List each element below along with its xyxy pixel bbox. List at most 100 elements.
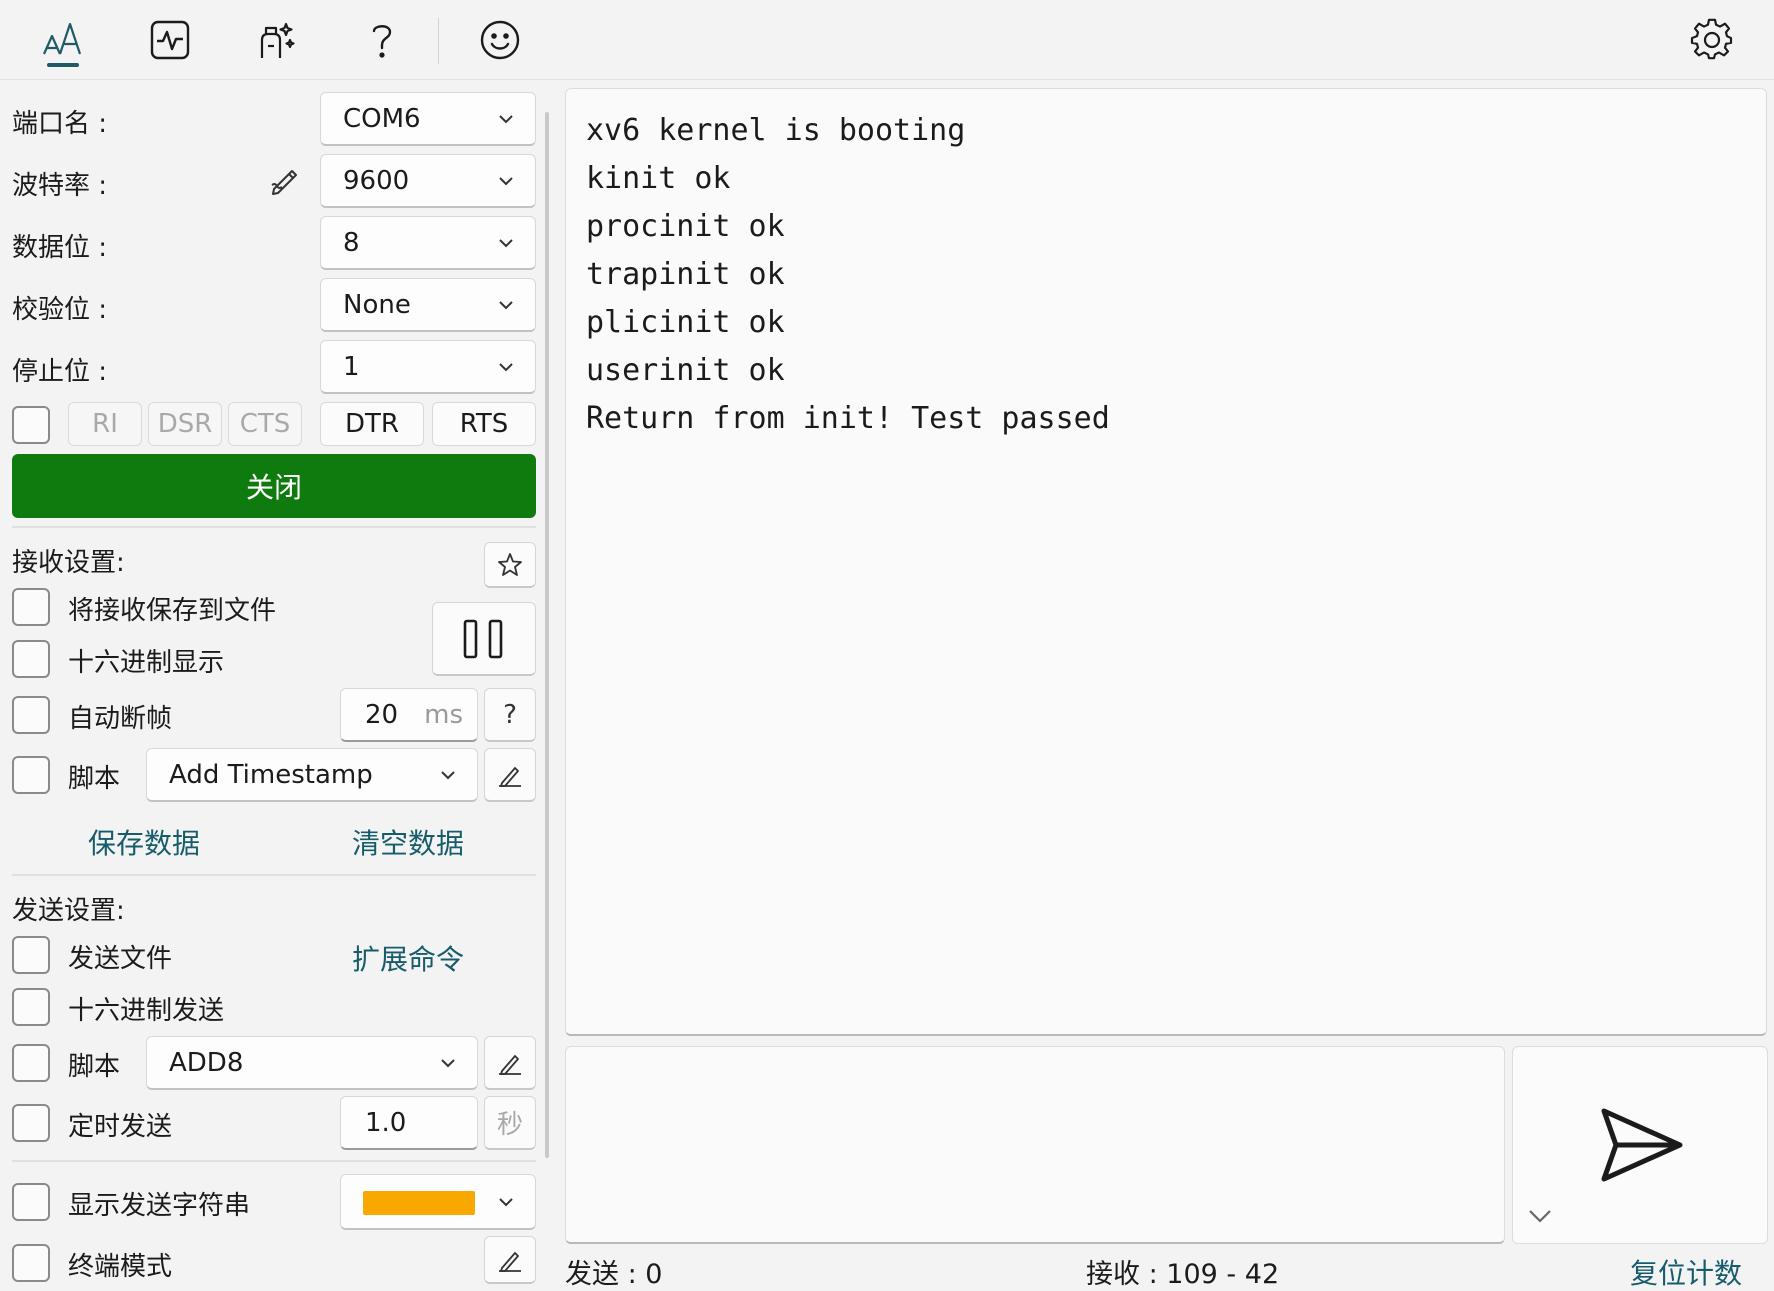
databits-label: 数据位 : bbox=[12, 233, 108, 263]
receive-script-checkbox[interactable] bbox=[12, 756, 50, 794]
port-select[interactable]: COM6 bbox=[320, 92, 536, 146]
help-icon bbox=[372, 25, 392, 58]
received-value: 109 bbox=[1166, 1259, 1218, 1290]
hex-display-checkbox[interactable] bbox=[12, 640, 50, 678]
dsr-indicator: DSR bbox=[148, 402, 222, 446]
star-icon bbox=[498, 552, 522, 576]
font-size-button[interactable] bbox=[30, 10, 94, 70]
toolbar-divider bbox=[438, 18, 439, 64]
timed-send-value: 1.0 bbox=[365, 1107, 407, 1138]
active-tab-indicator bbox=[47, 63, 79, 67]
baud-value: 9600 bbox=[343, 165, 410, 196]
receive-terminal[interactable]: xv6 kernel is booting kinit ok procinit … bbox=[565, 88, 1767, 1036]
received-separator: - bbox=[1226, 1259, 1237, 1290]
magic-brush-icon bbox=[260, 22, 295, 58]
terminal-line: trapinit ok bbox=[586, 257, 785, 292]
received-value-2: 42 bbox=[1244, 1259, 1280, 1290]
databits-select[interactable]: 8 bbox=[320, 216, 536, 270]
terminal-mode-label: 终端模式 bbox=[68, 1252, 173, 1282]
send-text-input[interactable] bbox=[565, 1046, 1505, 1244]
pen-edit-icon bbox=[271, 170, 297, 195]
settings-icon bbox=[1690, 18, 1733, 60]
baud-select[interactable]: 9600 bbox=[320, 154, 536, 208]
divider bbox=[12, 526, 536, 528]
send-script-checkbox[interactable] bbox=[12, 1044, 50, 1082]
terminal-mode-checkbox[interactable] bbox=[12, 1244, 50, 1282]
send-file-checkbox[interactable] bbox=[12, 936, 50, 974]
chevron-down-icon bbox=[441, 1058, 455, 1067]
receive-script-value: Add Timestamp bbox=[169, 759, 373, 790]
terminal-mode-edit-button[interactable] bbox=[484, 1236, 536, 1284]
send-script-select[interactable]: ADD8 bbox=[146, 1036, 478, 1090]
smiley-button[interactable] bbox=[468, 10, 532, 70]
send-color-select[interactable] bbox=[340, 1174, 536, 1230]
chevron-down-icon bbox=[499, 362, 513, 371]
sent-value: 0 bbox=[645, 1259, 663, 1290]
top-toolbar bbox=[0, 0, 1774, 80]
chevron-down-icon bbox=[499, 176, 513, 185]
dtr-toggle[interactable]: DTR bbox=[320, 402, 424, 446]
extended-commands-link[interactable]: 扩展命令 bbox=[352, 938, 464, 978]
timed-send-input[interactable]: 1.0 bbox=[340, 1096, 478, 1150]
save-to-file-label: 将接收保存到文件 bbox=[68, 596, 277, 626]
send-script-label: 脚本 bbox=[68, 1052, 121, 1082]
activity-monitor-button[interactable] bbox=[138, 10, 202, 70]
pen-edit-icon bbox=[499, 1054, 521, 1075]
terminal-line: procinit ok bbox=[586, 209, 785, 244]
timed-send-checkbox[interactable] bbox=[12, 1104, 50, 1142]
auto-frame-label: 自动断帧 bbox=[68, 704, 173, 734]
divider bbox=[12, 1160, 536, 1162]
chevron-down-icon bbox=[499, 238, 513, 247]
show-send-string-label: 显示发送字符串 bbox=[68, 1191, 251, 1221]
close-port-button[interactable]: 关闭 bbox=[12, 454, 536, 518]
cts-indicator: CTS bbox=[228, 402, 302, 446]
auto-frame-checkbox[interactable] bbox=[12, 696, 50, 734]
pause-button[interactable] bbox=[432, 602, 536, 676]
pause-icon bbox=[463, 619, 503, 658]
auto-frame-help-button[interactable]: ? bbox=[484, 688, 536, 742]
rts-toggle[interactable]: RTS bbox=[432, 402, 536, 446]
parity-select[interactable]: None bbox=[320, 278, 536, 332]
terminal-line: userinit ok bbox=[586, 353, 785, 388]
settings-button[interactable] bbox=[1680, 10, 1744, 70]
smiley-icon bbox=[480, 20, 520, 60]
send-button[interactable] bbox=[1512, 1046, 1768, 1244]
stopbits-value: 1 bbox=[343, 351, 360, 382]
timed-send-unit: 秒 bbox=[484, 1096, 536, 1150]
divider bbox=[12, 874, 536, 876]
timed-send-label: 定时发送 bbox=[68, 1112, 173, 1142]
baud-edit-button[interactable] bbox=[268, 161, 304, 197]
show-send-string-checkbox[interactable] bbox=[12, 1183, 50, 1221]
send-file-label: 发送文件 bbox=[68, 944, 173, 974]
port-label: 端口名 : bbox=[12, 109, 108, 139]
parity-label: 校验位 : bbox=[12, 295, 108, 325]
favorite-button[interactable] bbox=[484, 542, 536, 588]
auto-frame-input[interactable]: 20 ms bbox=[340, 688, 478, 742]
parity-value: None bbox=[343, 289, 411, 320]
receive-script-edit-button[interactable] bbox=[484, 748, 536, 802]
reset-counter-link[interactable]: 复位计数 bbox=[1630, 1252, 1742, 1291]
chevron-down-icon bbox=[499, 300, 513, 309]
stopbits-select[interactable]: 1 bbox=[320, 340, 536, 394]
hex-send-checkbox[interactable] bbox=[12, 988, 50, 1026]
receive-script-select[interactable]: Add Timestamp bbox=[146, 748, 478, 802]
clear-data-link[interactable]: 清空数据 bbox=[352, 822, 464, 862]
terminal-line: xv6 kernel is booting bbox=[586, 113, 966, 148]
hex-display-label: 十六进制显示 bbox=[68, 648, 225, 678]
chevron-down-icon[interactable] bbox=[1527, 1205, 1553, 1227]
left-panel-scrollbar[interactable] bbox=[545, 112, 549, 1158]
save-to-file-checkbox[interactable] bbox=[12, 588, 50, 626]
received-counter: 接收 : 109 - 42 bbox=[1086, 1252, 1279, 1291]
ri-indicator: RI bbox=[68, 402, 142, 446]
send-script-edit-button[interactable] bbox=[484, 1036, 536, 1090]
chevron-down-icon bbox=[499, 114, 513, 123]
help-button[interactable] bbox=[350, 10, 414, 70]
font-size-icon bbox=[42, 22, 82, 55]
magic-brush-button[interactable] bbox=[244, 10, 308, 70]
chevron-down-icon bbox=[441, 770, 455, 779]
pen-edit-icon bbox=[499, 766, 521, 787]
signals-checkbox[interactable] bbox=[12, 406, 50, 444]
terminal-line: plicinit ok bbox=[586, 305, 785, 340]
send-script-value: ADD8 bbox=[169, 1047, 244, 1078]
save-data-link[interactable]: 保存数据 bbox=[88, 822, 200, 862]
